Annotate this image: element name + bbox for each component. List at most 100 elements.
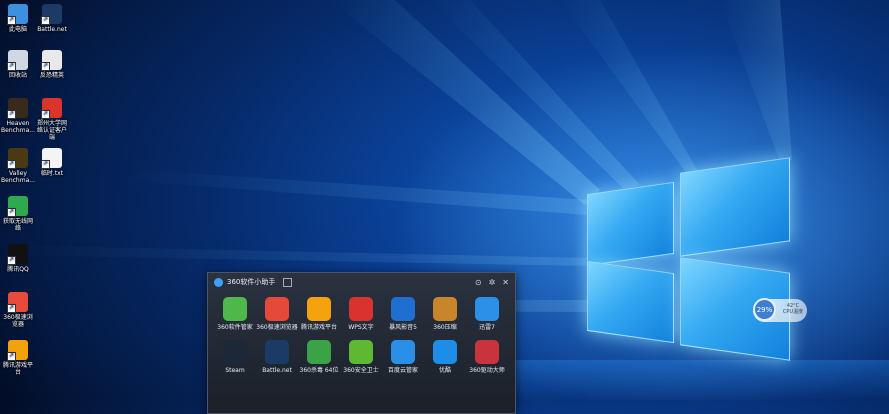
- shortcut-arrow-icon: ↗: [41, 16, 50, 25]
- desktop-icon[interactable]: ↗ 郑州大学网络认证客户端: [35, 98, 69, 141]
- helper-app-label: 360软件管家: [217, 324, 253, 331]
- steam-icon: [223, 340, 247, 364]
- helper-app-item[interactable]: 优酷: [424, 340, 466, 374]
- helper-app-label: 百度云管家: [387, 367, 418, 374]
- helper-app-item[interactable]: Steam: [214, 340, 256, 374]
- tencent-games-icon: ↗: [7, 340, 28, 361]
- valley-benchmark-icon: ↗: [7, 148, 28, 169]
- helper-app-item[interactable]: 百度云管家: [382, 340, 424, 374]
- xunlei-icon: [475, 297, 499, 321]
- helper-app-item[interactable]: 360杀毒 64位: [298, 340, 340, 374]
- desktop-icon[interactable]: ↗ Battle.net: [35, 4, 69, 33]
- 360-software-manager-icon: [223, 297, 247, 321]
- helper-app-label: 360极速浏览器: [256, 324, 298, 331]
- desktop-icon[interactable]: ↗ 腾讯游戏平台: [1, 340, 35, 376]
- campus-network-icon: ↗: [41, 98, 62, 119]
- windows-logo: [585, 155, 795, 370]
- helper-app-grid: 360软件管家 360极速浏览器 腾讯游戏平台 WPS文字 暴风影音5 360压缩 迅雷7 S…: [214, 297, 510, 374]
- wifi-tool-icon: ↗: [7, 196, 28, 217]
- 360-logo-icon: [214, 277, 223, 287]
- helper-app-label: 迅雷7: [479, 324, 495, 331]
- shortcut-arrow-icon: ↗: [7, 256, 16, 265]
- cpu-temp-label: CPU温度: [782, 309, 804, 315]
- logo-pane-bottom-left: [587, 260, 674, 344]
- 360-safeguard-icon: [349, 340, 373, 364]
- desktop-icon-label: 郑州大学网络认证客户端: [36, 120, 67, 141]
- cpu-temperature-widget[interactable]: 29% 42°C CPU温度: [753, 298, 807, 322]
- shortcut-arrow-icon: ↗: [7, 208, 16, 217]
- desktop-icon-label: 获取无线网络: [2, 218, 33, 232]
- gear-icon[interactable]: ✲: [489, 278, 496, 287]
- shortcut-arrow-icon: ↗: [7, 304, 16, 313]
- shortcut-arrow-icon: ↗: [7, 16, 16, 25]
- tencent-games-icon: [307, 297, 331, 321]
- 360-browser-icon: [265, 297, 289, 321]
- helper-app-item[interactable]: 迅雷7: [466, 297, 508, 331]
- helper-app-item[interactable]: Battle.net: [256, 340, 298, 374]
- pin-icon[interactable]: [283, 277, 293, 287]
- helper-app-item[interactable]: 360压缩: [424, 297, 466, 331]
- qq-icon: ↗: [7, 244, 28, 265]
- helper-title: 360软件小助手: [227, 278, 276, 286]
- helper-app-label: 360驱动大师: [469, 367, 505, 374]
- helper-app-label: 360杀毒 64位: [299, 367, 339, 374]
- desktop-icon[interactable]: ↗ Valley Benchma...: [1, 148, 35, 184]
- baofeng-player-icon: [391, 297, 415, 321]
- wps-writer-icon: [349, 297, 373, 321]
- desktop-icon-label: 腾讯QQ: [7, 266, 29, 273]
- shortcut-arrow-icon: ↗: [7, 352, 16, 361]
- helper-titlebar[interactable]: 360软件小助手 ⊙ ✲ ✕: [208, 273, 515, 291]
- helper-app-item[interactable]: 腾讯游戏平台: [298, 297, 340, 331]
- heaven-benchmark-icon: ↗: [7, 98, 28, 119]
- helper-app-label: Battle.net: [262, 367, 292, 374]
- cpu-usage-ring: 29%: [753, 298, 776, 321]
- computer-icon: ↗: [7, 4, 28, 25]
- helper-app-item[interactable]: WPS文字: [340, 297, 382, 331]
- helper-app-label: 腾讯游戏平台: [300, 324, 337, 331]
- helper-app-item[interactable]: 暴风影音5: [382, 297, 424, 331]
- cpu-temperature-text: 42°C CPU温度: [780, 303, 806, 315]
- helper-app-item[interactable]: 360软件管家: [214, 297, 256, 331]
- shortcut-arrow-icon: ↗: [7, 160, 16, 169]
- helper-app-label: 360压缩: [433, 324, 457, 331]
- logo-pane-top-left: [587, 181, 674, 267]
- desktop-icon[interactable]: ↗ 此电脑: [1, 4, 35, 33]
- desktop-icon-label: 临时.txt: [40, 170, 64, 177]
- desktop-icon-label: 腾讯游戏平台: [2, 362, 33, 376]
- desktop-icon[interactable]: ↗ 回收站: [1, 50, 35, 79]
- desktop-icon[interactable]: ↗ 360极速浏览器: [1, 292, 35, 328]
- desktop-icon[interactable]: ↗ Heaven Benchma...: [1, 98, 35, 134]
- 360-browser-icon: ↗: [7, 292, 28, 313]
- helper-app-label: 优酷: [438, 367, 451, 374]
- desktop-icon[interactable]: ↗ 反恐精英: [35, 50, 69, 79]
- recycle-bin-icon: ↗: [7, 50, 28, 71]
- counter-strike-icon: ↗: [41, 50, 62, 71]
- helper-app-label: 360安全卫士: [343, 367, 379, 374]
- helper-app-label: Steam: [225, 367, 245, 374]
- helper-app-item[interactable]: 360极速浏览器: [256, 297, 298, 331]
- shortcut-arrow-icon: ↗: [41, 110, 50, 119]
- 360-driver-icon: [475, 340, 499, 364]
- 360-helper-window[interactable]: 360软件小助手 ⊙ ✲ ✕ 360软件管家 360极速浏览器 腾讯游戏平台 WPS文…: [207, 272, 516, 414]
- text-file-icon: ↗: [41, 148, 62, 169]
- helper-app-label: WPS文字: [348, 324, 374, 331]
- desktop-icon[interactable]: ↗ 临时.txt: [35, 148, 69, 177]
- desktop-icon-label: Valley Benchma...: [1, 170, 35, 184]
- shortcut-arrow-icon: ↗: [7, 62, 16, 71]
- shortcut-arrow-icon: ↗: [41, 160, 50, 169]
- 360-antivirus-icon: [307, 340, 331, 364]
- 360-zip-icon: [433, 297, 457, 321]
- helper-app-item[interactable]: 360安全卫士: [340, 340, 382, 374]
- desktop-icon-label: 回收站: [8, 72, 27, 79]
- desktop-icon[interactable]: ↗ 腾讯QQ: [1, 244, 35, 273]
- desktop-icon-label: 360极速浏览器: [3, 314, 33, 328]
- desktop-icon-label: Heaven Benchma...: [1, 120, 35, 134]
- shortcut-arrow-icon: ↗: [41, 62, 50, 71]
- helper-app-item[interactable]: 360驱动大师: [466, 340, 508, 374]
- close-icon[interactable]: ✕: [502, 278, 509, 287]
- settings-icon[interactable]: ⊙: [475, 278, 482, 287]
- battlenet-icon: ↗: [41, 4, 62, 25]
- youku-icon: [433, 340, 457, 364]
- desktop-icon[interactable]: ↗ 获取无线网络: [1, 196, 35, 232]
- battlenet-icon: [265, 340, 289, 364]
